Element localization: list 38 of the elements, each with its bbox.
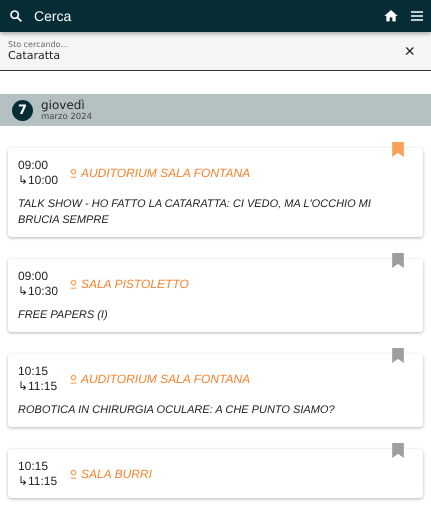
event-card[interactable]: 09:00 ↳10:00 AUDITORIUM SALA FONTANA TALK SHOW - HO FATTO LA CATARATTA: CI VEDO, MA L'OCCHIO MI BRUCIA SEMPRE (8, 148, 423, 237)
event-title: FREE PAPERS (I) (18, 308, 109, 323)
field-label: Sto cercando... (8, 40, 69, 49)
event-card[interactable]: 10:15 ↳11:15 AUDITORIUM SALA FONTANA ROBOTICA IN CHIRURGIA OCULARE: A CHE PUNTO SIAMO? (8, 354, 423, 427)
end-time: ↳10:00 (18, 173, 60, 188)
end-time: ↳11:15 (18, 474, 58, 489)
bookmark-icon[interactable] (392, 443, 404, 458)
start-time: 09:00 (18, 158, 50, 173)
end-time: ↳10:30 (18, 284, 60, 299)
event-title: ROBOTICA IN CHIRURGIA OCULARE: A CHE PUNTO SIAMO? (18, 403, 336, 418)
weekday: giovedì (41, 98, 86, 112)
end-time: ↳11:15 (18, 379, 58, 394)
bookmark-icon[interactable] (392, 348, 404, 363)
app-title: Cerca (34, 8, 72, 24)
location-pin-icon (70, 469, 77, 479)
bookmark-icon[interactable] (392, 142, 404, 157)
location-pin-icon (70, 279, 77, 289)
room-name: SALA BURRI (81, 467, 152, 481)
field-value: Cataratta (8, 49, 62, 62)
room-name: AUDITORIUM SALA FONTANA (81, 166, 250, 180)
bookmark-icon[interactable] (392, 253, 404, 268)
location-pin-icon (70, 374, 77, 384)
month-year: marzo 2024 (41, 112, 92, 122)
search-field[interactable]: Sto cercando... Cataratta × (0, 32, 431, 71)
clear-button[interactable]: × (400, 40, 419, 62)
event-card[interactable]: 10:15 ↳11:15 SALA BURRI (8, 449, 423, 498)
room-name: SALA PISTOLETTO (81, 277, 189, 291)
start-time: 09:00 (18, 269, 50, 284)
day-number: 7 (12, 100, 33, 120)
room-name: AUDITORIUM SALA FONTANA (81, 372, 250, 386)
event-title: TALK SHOW - HO FATTO LA CATARATTA: CI VEDO, MA L'OCCHIO MI BRUCIA SEMPRE (18, 197, 372, 228)
start-time: 10:15 (18, 459, 50, 474)
location-pin-icon (70, 168, 77, 178)
search-icon[interactable] (8, 8, 24, 24)
menu-icon[interactable] (409, 8, 425, 24)
event-card[interactable]: 09:00 ↳10:30 SALA PISTOLETTO FREE PAPERS (I) (8, 259, 423, 332)
start-time: 10:15 (18, 364, 50, 379)
home-icon[interactable] (383, 8, 399, 24)
